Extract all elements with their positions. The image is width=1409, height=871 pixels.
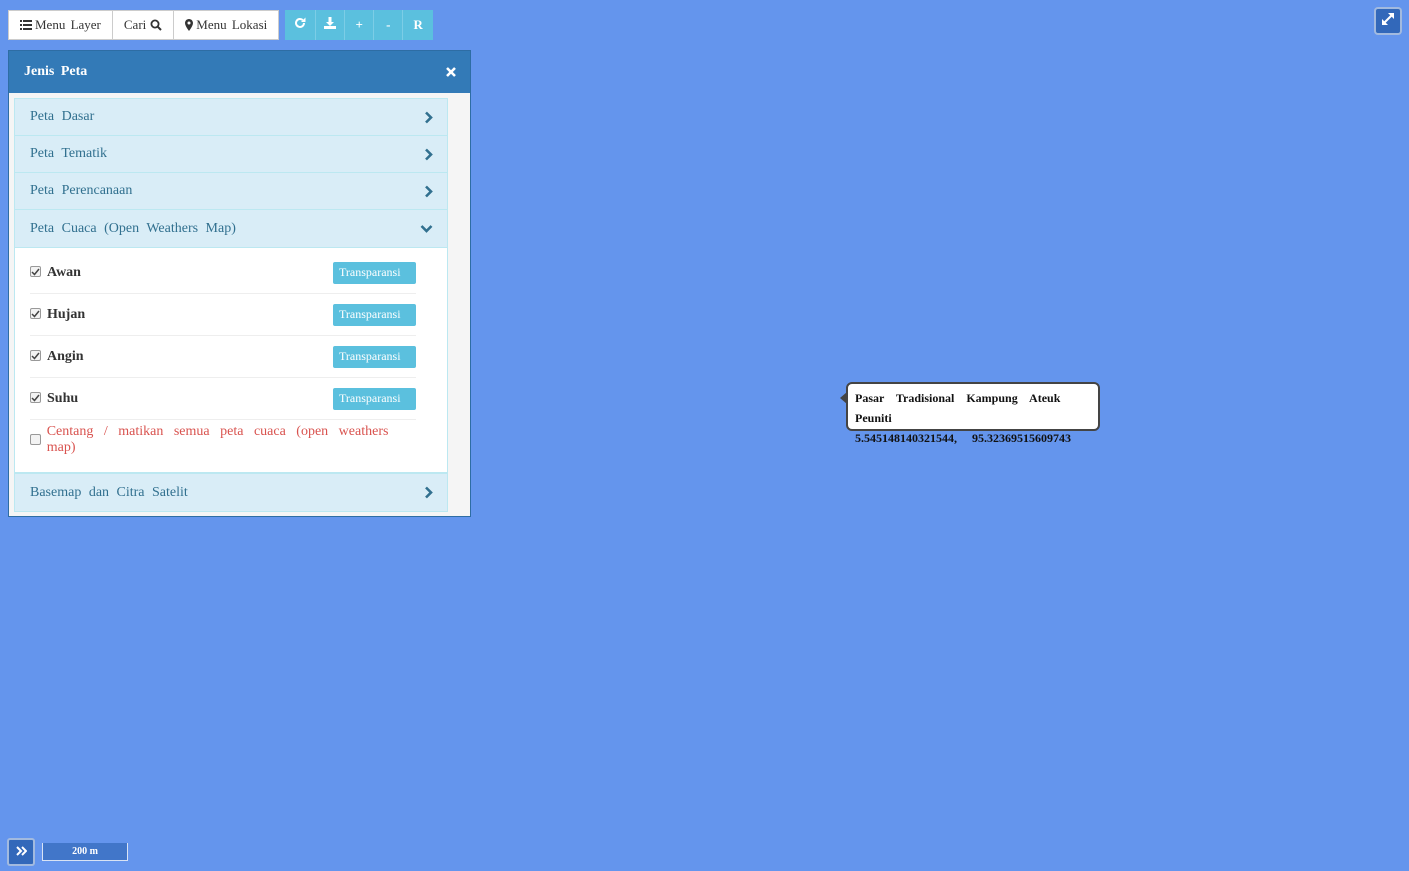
chevron-right-icon [424,185,433,198]
layer-panel: Jenis Peta Peta Dasar Peta Tematik Peta … [8,50,471,517]
accordion-label: Peta Tematik [30,146,108,161]
search-icon [150,19,162,31]
menu-lokasi-button[interactable]: Menu Lokasi [174,10,280,40]
chevron-right-icon [424,111,433,124]
fullscreen-button[interactable] [1374,7,1402,35]
accordion-peta-dasar[interactable]: Peta Dasar [14,98,448,136]
overview-toggle-button[interactable] [7,838,35,866]
scale-label: 200 m [72,846,98,857]
chevron-right-icon [424,148,433,161]
top-toolbar: Menu Layer Cari Menu Lokasi + - R [8,10,434,40]
toggle-all-checkbox[interactable] [30,433,41,445]
double-chevron-right-icon [15,843,27,861]
reset-button[interactable]: R [403,10,434,40]
accordion-label: Peta Cuaca (Open Weathers Map) [30,220,236,236]
menu-layer-label: Menu Layer [35,17,101,32]
layer-label: Hujan [47,306,86,322]
panel-body: Peta Dasar Peta Tematik Peta Perencanaan… [9,93,470,512]
layer-checkbox[interactable] [30,392,41,403]
layer-label-row: Angin [30,349,84,365]
layer-label-row: Hujan [30,307,85,323]
menu-layer-button[interactable]: Menu Layer [8,10,113,40]
panel-title: Jenis Peta [24,64,88,79]
download-button[interactable] [316,10,346,40]
chevron-down-icon [420,224,433,233]
layer-label-row: Suhu [30,391,78,407]
refresh-button[interactable] [285,10,317,40]
toggle-all-label: Centang / matikan semua peta cuaca (open… [46,424,389,455]
location-popup: Pasar Tradisional Kampung Ateuk Peuniti … [840,382,1100,445]
layer-item-awan: Awan Transparansi [30,252,416,294]
zoom-out-button[interactable]: - [374,10,404,40]
refresh-icon [294,17,306,33]
expand-icon [1382,12,1394,30]
scale-bar: 200 m [42,843,128,861]
transparency-button[interactable]: Transparansi [333,303,416,326]
layer-checkbox[interactable] [30,266,41,277]
chevron-right-icon [424,486,433,499]
layer-label: Suhu [47,390,79,406]
weather-layers-body: Awan Transparansi Hujan Transparansi Ang… [14,248,448,473]
accordion-label: Peta Dasar [30,109,95,124]
popup-pointer [840,392,847,404]
accordion-basemap[interactable]: Basemap dan Citra Satelit [14,473,448,512]
accordion-label: Peta Perencanaan [30,183,133,198]
transparency-button[interactable]: Transparansi [333,345,416,368]
search-label: Cari [123,17,147,32]
layer-checkbox[interactable] [30,308,41,319]
map-marker-icon [185,19,194,31]
layer-item-hujan: Hujan Transparansi [30,294,416,336]
close-icon[interactable] [446,67,456,77]
list-icon [20,20,32,30]
layer-checkbox[interactable] [30,350,41,361]
accordion-label: Basemap dan Citra Satelit [30,484,188,500]
accordion-peta-tematik[interactable]: Peta Tematik [14,136,448,173]
panel-header: Jenis Peta [9,51,470,93]
layer-label: Awan [47,264,81,280]
search-button[interactable]: Cari [112,10,175,40]
layer-item-angin: Angin Transparansi [30,336,416,378]
accordion-peta-perencanaan[interactable]: Peta Perencanaan [14,173,448,210]
transparency-button[interactable]: Transparansi [333,387,416,410]
accordion-peta-cuaca[interactable]: Peta Cuaca (Open Weathers Map) [14,210,448,248]
map-action-buttons: + - R [285,10,434,40]
zoom-in-button[interactable]: + [345,10,375,40]
popup-location-name: Pasar Tradisional Kampung Ateuk Peuniti [855,391,1061,425]
download-icon [324,17,337,33]
toggle-all-weather: Centang / matikan semua peta cuaca (open… [30,420,416,460]
popup-coordinates: 5.545148140321544, 95.32369515609743 [855,431,1071,445]
layer-item-suhu: Suhu Transparansi [30,378,416,420]
menu-lokasi-label: Menu Lokasi [196,17,268,32]
layer-label: Angin [47,348,84,364]
layer-label-row: Awan [30,265,81,281]
transparency-button[interactable]: Transparansi [333,261,416,284]
